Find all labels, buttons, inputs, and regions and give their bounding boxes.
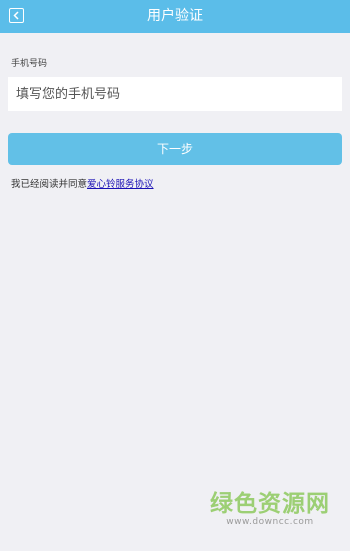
agreement-prefix: 我已经阅读并同意 <box>11 179 88 190</box>
header-bar: 用户验证 <box>0 0 350 33</box>
service-agreement-link[interactable]: 爱心铃服务协议 <box>87 179 154 190</box>
phone-label: 手机号码 <box>11 59 48 69</box>
watermark-title: 绿色资源网 <box>210 491 330 517</box>
watermark-url: www.downcc.com <box>226 517 314 527</box>
phone-input[interactable] <box>8 77 342 111</box>
next-button[interactable]: 下一步 <box>8 133 342 165</box>
agreement-text: 我已经阅读并同意爱心铃服务协议 <box>11 176 154 190</box>
page-title: 用户验证 <box>147 8 203 24</box>
watermark: 绿色资源网 www.downcc.com <box>210 491 330 527</box>
